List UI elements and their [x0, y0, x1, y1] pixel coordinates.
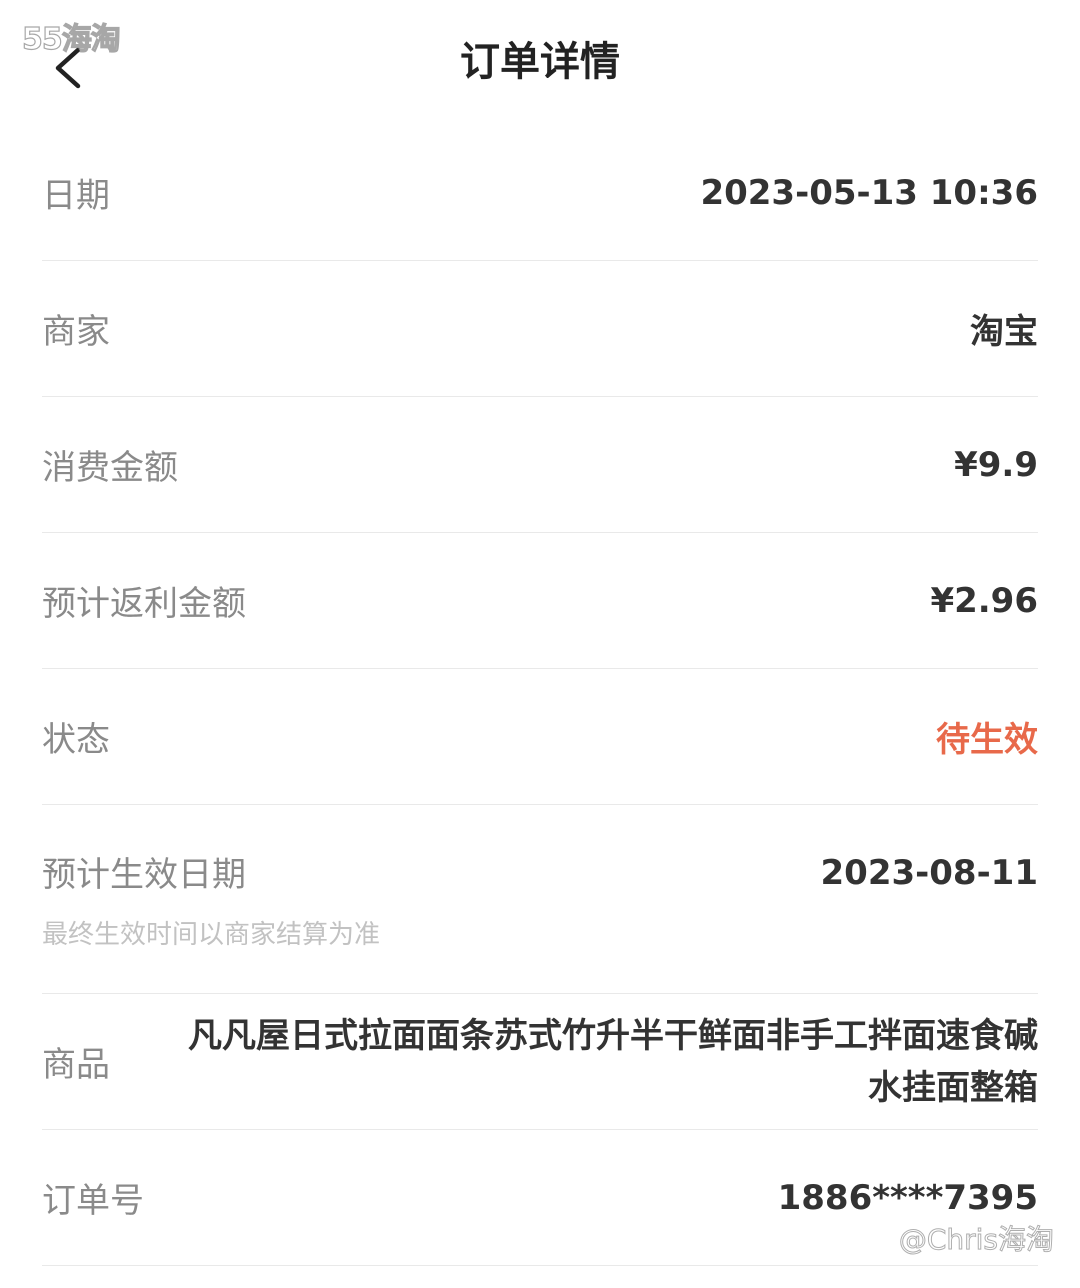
product-label: 商品 — [42, 1045, 110, 1085]
row-date: 日期 2023-05-13 10:36 — [42, 125, 1038, 261]
product-name: 凡凡屋日式拉面面条苏式竹升半干鲜面非手工拌面速食碱水挂面整箱 — [188, 1015, 1038, 1108]
watermark-author: @Chris海淘 — [898, 1223, 1054, 1257]
order-number-label: 订单号 — [42, 1181, 144, 1221]
merchant-label: 商家 — [42, 312, 110, 352]
rebate-value: ¥2.96 — [930, 580, 1038, 621]
amount-label: 消费金额 — [42, 448, 178, 488]
effective-value: 2023-08-11 — [820, 853, 1038, 893]
merchant-value: 淘宝 — [970, 312, 1038, 352]
order-detail-page: 55海淘 订单详情 日期 2023-05-13 10:36 商家 淘宝 消费金额… — [0, 0, 1080, 1288]
date-label: 日期 — [42, 176, 110, 216]
order-info-list: 日期 2023-05-13 10:36 商家 淘宝 消费金额 ¥9.9 预计返利… — [42, 125, 1038, 1266]
row-merchant: 商家 淘宝 — [42, 261, 1038, 397]
effective-label: 预计生效日期 — [42, 855, 246, 895]
row-effective-date: 预计生效日期 最终生效时间以商家结算为准 2023-08-11 — [42, 805, 1038, 994]
amount-value: ¥9.9 — [954, 444, 1038, 485]
row-amount: 消费金额 ¥9.9 — [42, 397, 1038, 533]
row-rebate: 预计返利金额 ¥2.96 — [42, 533, 1038, 669]
rebate-label: 预计返利金额 — [42, 584, 246, 624]
status-label: 状态 — [42, 720, 110, 760]
row-order-number: 订单号 1886****7395 — [42, 1130, 1038, 1266]
effective-label-block: 预计生效日期 最终生效时间以商家结算为准 — [42, 847, 380, 951]
status-badge: 待生效 — [936, 720, 1038, 760]
nav-header: 55海淘 订单详情 — [0, 0, 1080, 125]
date-value: 2023-05-13 10:36 — [700, 172, 1038, 213]
row-status: 状态 待生效 — [42, 669, 1038, 805]
row-product: 商品 凡凡屋日式拉面面条苏式竹升半干鲜面非手工拌面速食碱水挂面整箱 — [42, 994, 1038, 1130]
effective-note: 最终生效时间以商家结算为准 — [42, 920, 381, 950]
order-number-value: 1886****7395 — [777, 1177, 1038, 1218]
page-title: 订单详情 — [460, 39, 620, 85]
